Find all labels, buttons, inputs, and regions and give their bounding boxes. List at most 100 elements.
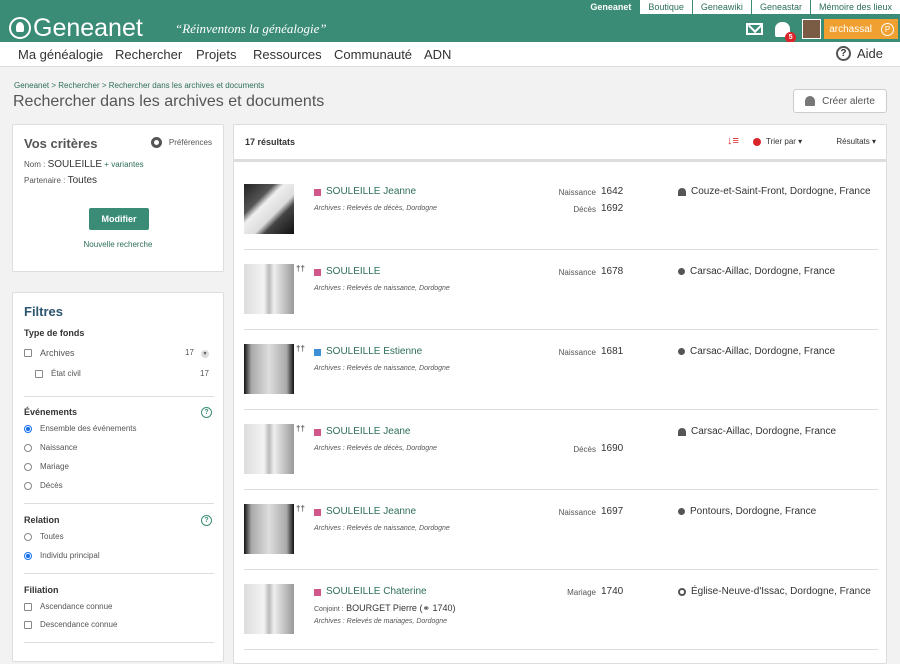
result-name[interactable]: SOULEILLE Chaterine (326, 586, 427, 597)
result-row[interactable]: †† SOULEILLE Jeanne Archives : Relevés d… (244, 504, 878, 570)
radio[interactable] (24, 424, 32, 433)
result-place: Carsac-Aillac, Dordogne, France (678, 266, 835, 277)
result-row[interactable]: †† SOULEILLE Jeane Archives : Relevés de… (244, 424, 878, 490)
event-year: 1642 (601, 186, 624, 197)
info-icon[interactable]: ? (201, 515, 212, 526)
event-year: 1681 (601, 346, 624, 357)
event-deces[interactable]: Décès (24, 481, 63, 490)
relation-all-label: Toutes (40, 532, 64, 541)
toplink-geneawiki[interactable]: Geneawiki (691, 0, 751, 14)
document-thumbnail[interactable] (244, 424, 294, 474)
create-alert-button[interactable]: Créer alerte (793, 89, 887, 113)
relation-all[interactable]: Toutes (24, 532, 64, 541)
notification-bell-icon[interactable]: 5 (775, 21, 797, 43)
result-name[interactable]: SOULEILLE (326, 266, 380, 277)
result-name[interactable]: SOULEILLE Jeane (326, 426, 411, 437)
result-source: Archives : Relevés de naissance, Dordogn… (314, 285, 450, 292)
birth-icon (678, 268, 685, 275)
filters-panel: Filtres Type de fonds Archives 17 ▼ État… (12, 292, 224, 662)
result-row[interactable]: SOULEILLE Chaterine Conjoint : BOURGET P… (244, 584, 878, 650)
rings-icon (678, 587, 686, 596)
crosses-icon: †† (296, 344, 305, 353)
radio[interactable] (24, 462, 32, 471)
event-label: Mariage (567, 588, 596, 597)
checkbox[interactable] (24, 349, 32, 357)
result-place: Église-Neuve-d'Issac, Dordogne, France (678, 586, 871, 597)
result-source: Archives : Relevés de décès, Dordogne (314, 205, 437, 212)
document-thumbnail[interactable] (244, 184, 294, 234)
radio[interactable] (24, 551, 32, 560)
female-tag-icon (314, 509, 321, 516)
new-search-link[interactable]: Nouvelle recherche (13, 240, 223, 249)
filiation-descendance[interactable]: Descendance connue (24, 620, 117, 629)
toplink-memoire[interactable]: Mémoire des lieux (809, 0, 900, 14)
document-thumbnail[interactable] (244, 504, 294, 554)
avatar[interactable] (802, 19, 822, 39)
divider (24, 396, 214, 397)
nav-communaute[interactable]: Communauté (334, 47, 412, 62)
results-dropdown[interactable]: Résultats ▾ (836, 137, 876, 146)
result-name[interactable]: SOULEILLE Estienne (326, 346, 422, 357)
mail-icon[interactable] (746, 23, 764, 35)
tree-logo-icon (9, 17, 31, 39)
name-value: SOULEILLE (47, 159, 103, 170)
event-label: Naissance (558, 188, 596, 197)
event-naissance[interactable]: Naissance (24, 443, 77, 452)
expand-icon[interactable]: ▼ (201, 350, 209, 358)
radio[interactable] (24, 443, 32, 452)
event-all[interactable]: Ensemble des événements (24, 424, 137, 433)
name-label: Nom : (24, 160, 46, 169)
document-thumbnail[interactable] (244, 264, 294, 314)
relation-principal[interactable]: Individu principal (24, 551, 100, 560)
tombstone-icon (678, 427, 686, 436)
partner-value: Toutes (67, 175, 98, 186)
help-link[interactable]: ? Aide (835, 46, 883, 61)
place-label: Carsac-Aillac, Dordogne, France (691, 426, 837, 437)
geneanet-logo[interactable]: Geneanet (9, 15, 143, 41)
nav-ressources[interactable]: Ressources (253, 47, 322, 62)
filiation-ascendance[interactable]: Ascendance connue (24, 602, 113, 611)
filter-etat-civil[interactable]: État civil (35, 369, 81, 378)
sort-by-dropdown[interactable]: Trier par ▾ (766, 137, 802, 146)
result-row[interactable]: †† SOULEILLE Estienne Archives : Relevés… (244, 344, 878, 410)
checkbox[interactable] (24, 602, 32, 611)
partner-label: Partenaire : (24, 176, 66, 185)
relation-principal-label: Individu principal (40, 551, 100, 560)
result-name[interactable]: SOULEILLE Jeanne (326, 186, 416, 197)
female-tag-icon (314, 589, 321, 596)
nav-projets[interactable]: Projets (196, 47, 236, 62)
results-dropdown-label: Résultats (836, 137, 870, 146)
nav-rechercher[interactable]: Rechercher (115, 47, 182, 62)
toplink-geneastar[interactable]: Geneastar (750, 0, 810, 14)
filter-archives[interactable]: Archives (24, 348, 75, 358)
variants-link[interactable]: + variantes (104, 160, 143, 169)
nav-adn[interactable]: ADN (424, 47, 451, 62)
breadcrumb[interactable]: Geneanet > Rechercher > Rechercher dans … (14, 81, 264, 90)
crosses-icon: †† (296, 264, 305, 273)
filiation-descendance-label: Descendance connue (40, 620, 118, 629)
radio[interactable] (24, 532, 32, 541)
result-name[interactable]: SOULEILLE Jeanne (326, 506, 416, 517)
event-label: Naissance (558, 348, 596, 357)
result-row[interactable]: †† SOULEILLE Archives : Relevés de naiss… (244, 264, 878, 330)
info-icon[interactable]: ? (201, 407, 212, 418)
document-thumbnail[interactable] (244, 344, 294, 394)
toplink-geneanet[interactable]: Geneanet (582, 0, 640, 14)
place-label: Église-Neuve-d'Issac, Dordogne, France (691, 586, 871, 597)
event-mariage[interactable]: Mariage (24, 462, 69, 471)
points-icon: P (881, 22, 894, 36)
nav-ma-genealogie[interactable]: Ma généalogie (18, 47, 103, 62)
radio[interactable] (24, 481, 32, 490)
toplink-boutique[interactable]: Boutique (639, 0, 692, 14)
document-thumbnail[interactable] (244, 584, 294, 634)
tombstone-icon (678, 187, 686, 196)
checkbox[interactable] (35, 369, 43, 378)
sort-direction-icon[interactable]: ↓≡ (727, 135, 739, 147)
user-menu[interactable]: archassal P (824, 19, 898, 39)
checkbox[interactable] (24, 620, 32, 629)
event-year: 1690 (601, 443, 624, 454)
filiation-heading: Filiation (24, 585, 59, 595)
preferences-link[interactable]: Préférences (150, 137, 212, 148)
modify-button[interactable]: Modifier (89, 208, 149, 230)
result-row[interactable]: SOULEILLE Jeanne Archives : Relevés de d… (244, 184, 878, 250)
